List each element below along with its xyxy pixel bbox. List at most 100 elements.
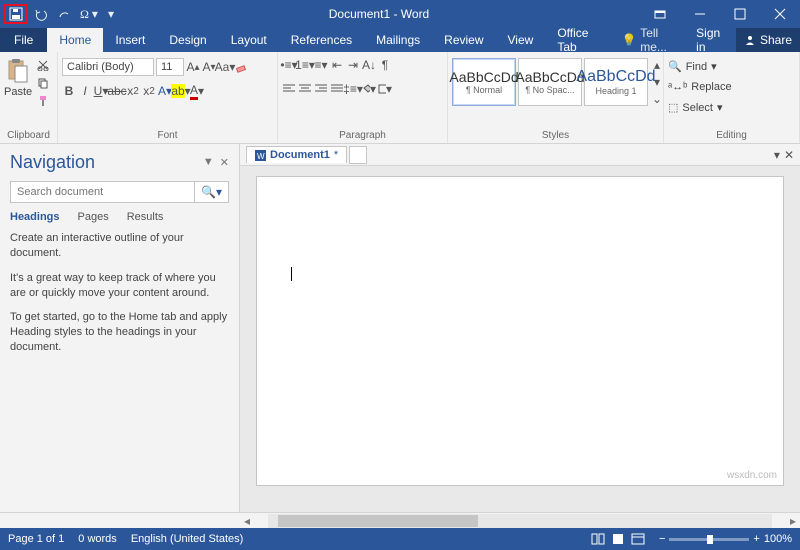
doctab-close[interactable]: ✕: [784, 148, 794, 162]
increase-indent-button[interactable]: ⇥: [346, 58, 360, 72]
clear-format-button[interactable]: [234, 60, 248, 74]
title-bar: Ω ▾ ▾ Document1 - Word: [0, 0, 800, 28]
tab-office-tab[interactable]: Office Tab: [545, 28, 610, 52]
scroll-thumb[interactable]: [278, 515, 478, 527]
tab-references[interactable]: References: [279, 28, 364, 52]
align-left-button[interactable]: [282, 82, 296, 96]
show-marks-button[interactable]: ¶: [378, 58, 392, 72]
align-center-icon: [299, 84, 311, 94]
tab-mailings[interactable]: Mailings: [364, 28, 432, 52]
style-normal[interactable]: AaBbCcDd¶ Normal: [452, 58, 516, 106]
scroll-track[interactable]: [268, 514, 772, 528]
font-size-select[interactable]: 11: [156, 58, 184, 76]
ribbon-options-button[interactable]: [640, 0, 680, 28]
zoom-level[interactable]: 100%: [764, 533, 792, 545]
status-page[interactable]: Page 1 of 1: [8, 533, 64, 545]
bucket-icon: [362, 84, 370, 94]
symbol-button[interactable]: Ω ▾: [76, 5, 102, 24]
superscript-button[interactable]: x2: [142, 84, 156, 98]
highlight-button[interactable]: ab▾: [174, 84, 188, 98]
search-input[interactable]: [11, 182, 194, 202]
scroll-left-button[interactable]: ◂: [240, 514, 254, 528]
paste-button[interactable]: Paste: [4, 54, 32, 98]
nav-tab-pages[interactable]: Pages: [78, 211, 109, 223]
find-button[interactable]: 🔍Find ▾: [668, 58, 717, 75]
navigation-title: Navigation: [10, 152, 95, 173]
shading-button[interactable]: ▾: [362, 82, 376, 96]
minimize-button[interactable]: [680, 0, 720, 28]
tab-home[interactable]: Home: [47, 28, 103, 52]
print-layout-icon: [611, 533, 625, 545]
bold-button[interactable]: B: [62, 84, 76, 98]
scroll-right-button[interactable]: ▸: [786, 514, 800, 528]
tab-review[interactable]: Review: [432, 28, 495, 52]
window-title: Document1 - Word: [118, 7, 640, 21]
tab-design[interactable]: Design: [157, 28, 218, 52]
save-button[interactable]: [4, 4, 28, 24]
redo-button[interactable]: [54, 6, 74, 22]
undo-icon: [34, 7, 48, 21]
change-case-button[interactable]: Aa▾: [218, 60, 232, 74]
underline-button[interactable]: U▾: [94, 84, 108, 98]
document-page[interactable]: wsxdn.com: [256, 176, 784, 486]
zoom-out-button[interactable]: −: [659, 533, 665, 545]
undo-button[interactable]: [30, 5, 52, 23]
font-color-button[interactable]: A▾: [190, 84, 204, 98]
nav-close-button[interactable]: ✕: [220, 156, 229, 169]
horizontal-scrollbar[interactable]: ◂ ▸: [0, 512, 800, 528]
format-painter-button[interactable]: [36, 94, 50, 108]
nav-tab-results[interactable]: Results: [127, 211, 164, 223]
search-document[interactable]: 🔍 ▾: [10, 181, 229, 203]
share-button[interactable]: Share: [736, 28, 800, 52]
styles-more-button[interactable]: ▴▾⌄: [650, 58, 664, 106]
increase-font-button[interactable]: A▴: [186, 60, 200, 74]
view-print-button[interactable]: [611, 533, 625, 545]
select-button[interactable]: ⬚Select ▾: [668, 99, 723, 116]
nav-dropdown[interactable]: ▼: [203, 156, 214, 169]
cut-button[interactable]: [36, 58, 50, 72]
italic-button[interactable]: I: [78, 84, 92, 98]
strike-button[interactable]: abc: [110, 84, 124, 98]
tab-insert[interactable]: Insert: [103, 28, 157, 52]
replace-button[interactable]: ᵃ↔ᵇReplace: [668, 79, 732, 95]
maximize-button[interactable]: [720, 0, 760, 28]
search-button[interactable]: 🔍 ▾: [194, 182, 228, 202]
share-label: Share: [760, 33, 792, 47]
nav-tab-headings[interactable]: Headings: [10, 211, 60, 223]
tab-layout[interactable]: Layout: [219, 28, 279, 52]
tab-view[interactable]: View: [496, 28, 546, 52]
close-button[interactable]: [760, 0, 800, 28]
new-doc-tab[interactable]: [349, 146, 367, 164]
zoom-slider[interactable]: [669, 538, 749, 541]
align-right-button[interactable]: [314, 82, 328, 96]
line-spacing-button[interactable]: ‡≡▾: [346, 82, 360, 96]
multilevel-button[interactable]: ≡▾: [314, 58, 328, 72]
style-heading1[interactable]: AaBbCcDdHeading 1: [584, 58, 648, 106]
navigation-hint: Create an interactive outline of your do…: [10, 231, 229, 365]
font-name-select[interactable]: Calibri (Body): [62, 58, 154, 76]
align-center-button[interactable]: [298, 82, 312, 96]
borders-button[interactable]: ▾: [378, 82, 392, 96]
decrease-indent-button[interactable]: ⇤: [330, 58, 344, 72]
justify-button[interactable]: [330, 82, 344, 96]
doctab-menu[interactable]: ▾: [774, 148, 780, 162]
tab-file[interactable]: File: [0, 28, 47, 52]
copy-button[interactable]: [36, 76, 50, 90]
tell-me[interactable]: 💡 Tell me...: [610, 28, 684, 52]
view-read-button[interactable]: [591, 533, 605, 545]
text-effects-button[interactable]: A▾: [158, 84, 172, 98]
zoom-in-button[interactable]: +: [753, 533, 759, 545]
style-no-spacing[interactable]: AaBbCcDd¶ No Spac...: [518, 58, 582, 106]
brush-icon: [37, 95, 49, 107]
document-area: W Document1 * ▾ ✕ wsxdn.com: [240, 144, 800, 512]
subscript-button[interactable]: x2: [126, 84, 140, 98]
sort-button[interactable]: A↓: [362, 58, 376, 72]
numbering-button[interactable]: 1≡▾: [298, 58, 312, 72]
sign-in-link[interactable]: Sign in: [684, 28, 736, 52]
view-web-button[interactable]: [631, 533, 645, 545]
doc-tab-document1[interactable]: W Document1 *: [246, 146, 347, 163]
bullets-button[interactable]: •≡▾: [282, 58, 296, 72]
qat-customize[interactable]: ▾: [104, 5, 118, 23]
status-lang[interactable]: English (United States): [131, 533, 244, 545]
status-words[interactable]: 0 words: [78, 533, 117, 545]
